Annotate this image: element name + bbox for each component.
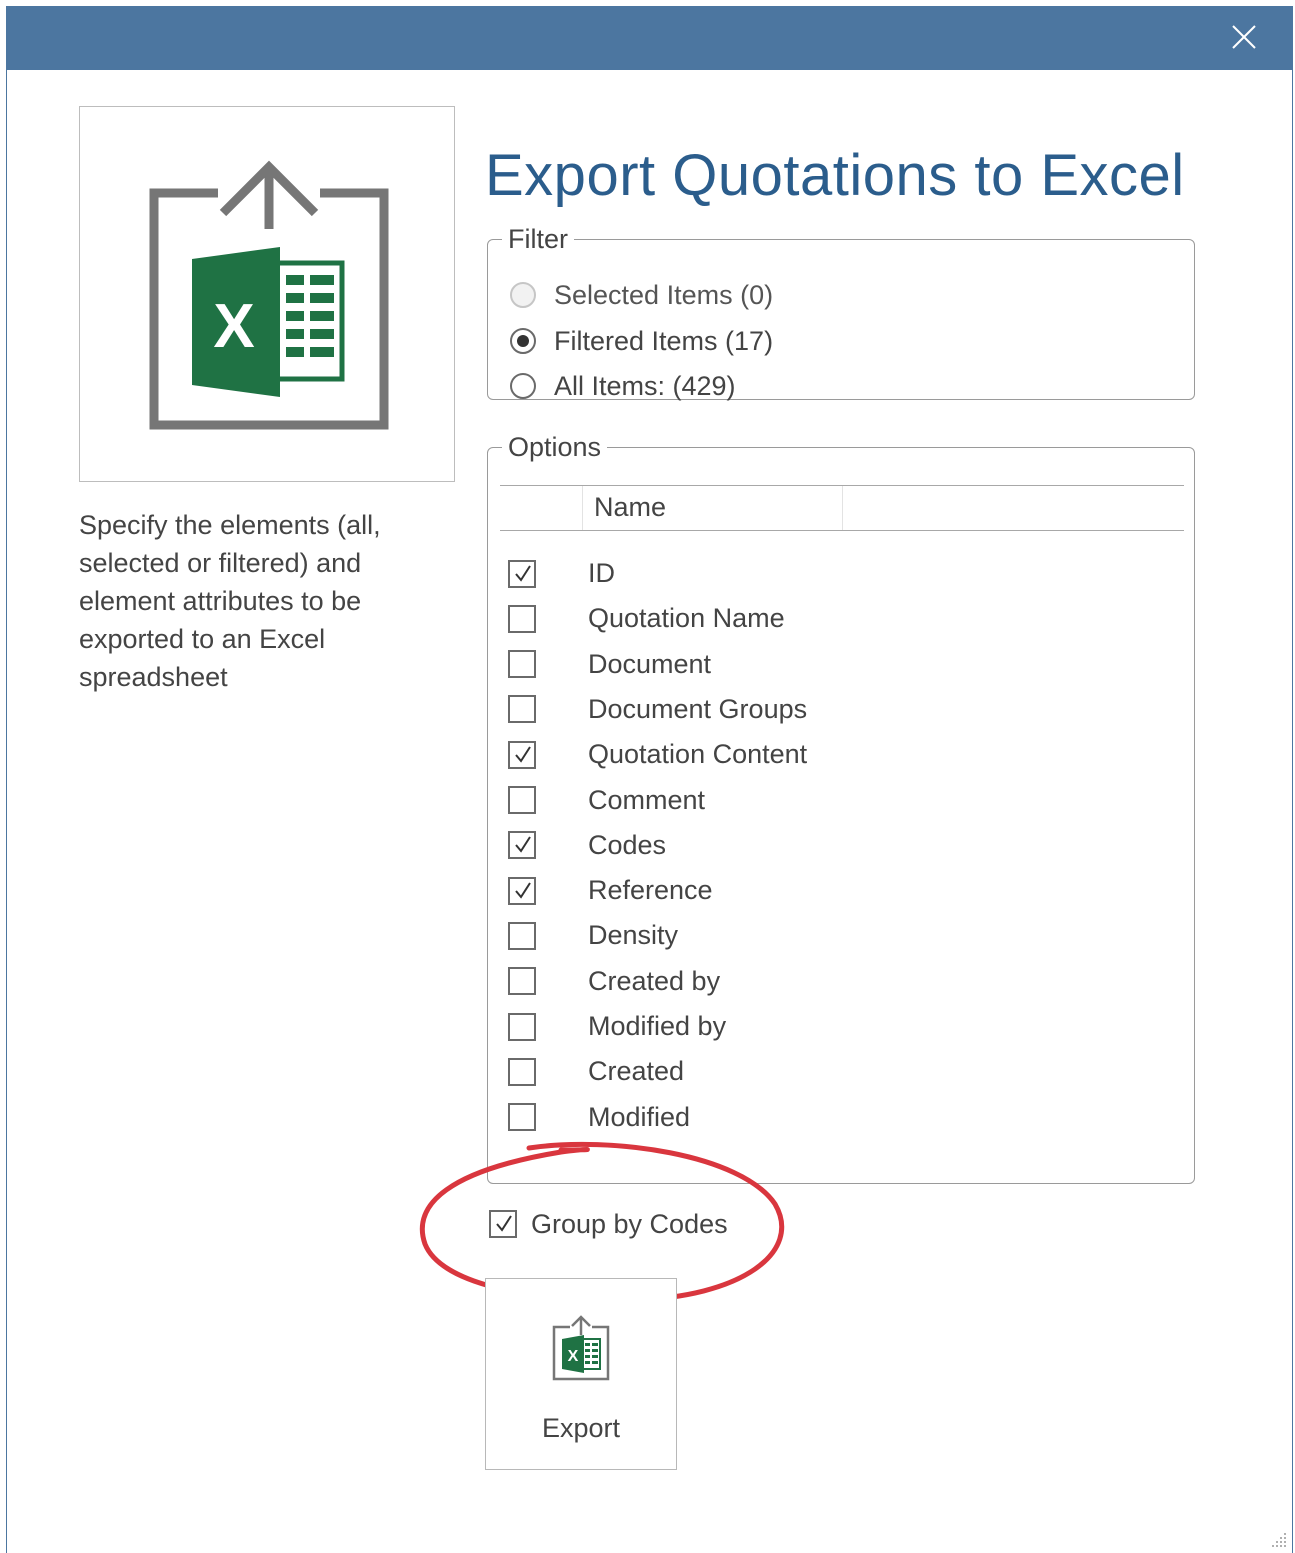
option-label: Created [588,1056,685,1087]
option-label: Quotation Content [588,739,808,770]
checkbox[interactable] [508,695,536,724]
option-label: ID [588,558,615,588]
option-label: Document Groups [588,693,808,724]
option-row[interactable]: Document [508,642,1168,687]
options-table-header: Name [500,485,1184,531]
option-label: Density [588,920,679,951]
radio-button [510,373,536,399]
option-row[interactable]: Density [508,913,1168,958]
group-by-codes-label: Group by Codes [531,1208,728,1239]
checkbox[interactable] [508,921,536,950]
radio-selected-items[interactable]: Selected Items (0) [510,275,773,315]
radio-button [510,328,536,354]
option-label: Comment [588,784,706,815]
group-by-codes-checkbox[interactable]: Group by Codes [489,1204,728,1244]
check-icon [515,564,531,582]
checkbox[interactable] [508,1012,536,1041]
option-label: Reference [588,875,713,906]
option-row[interactable]: Document Groups [508,687,1168,732]
column-divider[interactable] [842,486,843,530]
radio-label: Filtered Items (17) [554,325,774,356]
checkbox[interactable] [508,604,536,633]
radio-label: Selected Items (0) [554,279,774,310]
excel-export-icon: X [149,160,389,430]
checkbox[interactable] [508,786,536,814]
checkbox[interactable] [508,831,536,860]
checkbox[interactable] [508,1057,536,1086]
option-row[interactable]: ID [508,551,1168,596]
column-divider[interactable] [582,486,583,530]
option-label: Codes [588,829,667,860]
column-header-name[interactable]: Name [594,492,666,523]
option-row[interactable]: Codes [508,823,1168,868]
export-button-label: Export [541,1413,621,1443]
svg-text:X: X [568,1348,579,1365]
export-button[interactable]: X Export [485,1278,677,1470]
checkbox [489,1210,517,1238]
export-dialog: X Specify the elements (all, selected or… [6,6,1293,1553]
filter-group: Filter Selected Items (0) Filtered Items… [487,224,1195,401]
excel-export-small-icon: X [552,1315,610,1381]
dialog-description: Specify the elements (all, selected or f… [79,510,381,692]
resize-grip-icon[interactable] [1266,1527,1290,1551]
option-row[interactable]: Quotation Name [508,596,1168,641]
radio-label: All Items: (429) [554,370,736,401]
checkbox[interactable] [508,876,536,905]
option-row[interactable]: Modified by [508,1004,1168,1049]
checkbox[interactable] [508,1103,536,1132]
option-row[interactable]: Comment [508,778,1168,823]
checkbox[interactable] [508,650,536,679]
close-icon [1232,25,1256,49]
close-button[interactable] [1224,20,1264,56]
option-label: Modified by [588,1011,727,1041]
option-row[interactable]: Modified [508,1095,1168,1140]
check-icon [515,746,531,763]
option-label: Modified [588,1101,691,1132]
option-row[interactable]: Created by [508,959,1168,1004]
option-row[interactable]: Created [508,1049,1168,1094]
checkbox[interactable] [508,559,536,588]
option-label: Quotation Name [588,603,785,634]
dialog-title: Export Quotations to Excel [485,143,1185,208]
check-icon [515,882,531,899]
option-row[interactable]: Reference [508,868,1168,913]
radio-filtered-items[interactable]: Filtered Items (17) [510,321,773,361]
option-label: Created by [588,965,721,996]
checkbox[interactable] [508,740,536,769]
excel-logo-box: X [79,106,455,482]
title-bar [7,6,1292,70]
option-label: Document [588,648,712,679]
options-legend: Options [508,432,602,462]
check-icon [515,836,531,853]
check-icon [496,1215,512,1232]
radio-all-items[interactable]: All Items: (429) [510,366,736,406]
checkbox[interactable] [508,967,536,996]
option-row[interactable]: Quotation Content [508,732,1168,777]
options-group: Options Name ID Quotation Name Document Doc… [487,432,1195,1184]
filter-legend: Filter [508,224,568,254]
radio-button [510,282,536,308]
svg-text:X: X [213,292,254,361]
